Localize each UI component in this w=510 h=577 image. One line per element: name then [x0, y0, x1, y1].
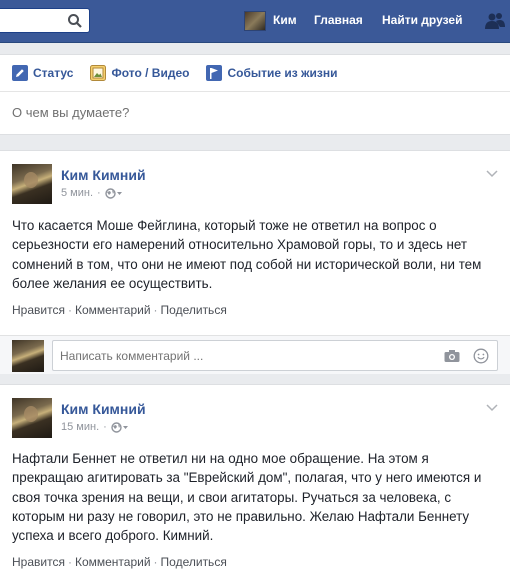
- post-timestamp[interactable]: 15 мин.: [61, 421, 99, 433]
- feed-post: Ким Кимний 15 мин. · Нафтали Беннет не о…: [0, 384, 510, 577]
- post-body-text: Что касается Моше Фейглина, который тоже…: [12, 218, 482, 291]
- life-event-tab[interactable]: Событие из жизни: [206, 65, 338, 81]
- top-navigation-bar: Ким Главная Найти друзей: [0, 0, 510, 43]
- emoji-icon[interactable]: [473, 348, 489, 364]
- pencil-icon: [12, 65, 28, 81]
- camera-icon[interactable]: [444, 349, 460, 363]
- comment-input[interactable]: Написать комментарий ...: [52, 340, 498, 371]
- search-input[interactable]: [0, 8, 90, 33]
- nav-find-friends-link[interactable]: Найти друзей: [382, 13, 462, 27]
- post-timestamp[interactable]: 5 мин.: [61, 187, 93, 199]
- nav-home-link[interactable]: Главная: [314, 13, 363, 27]
- comment-placeholder: Написать комментарий ...: [60, 349, 204, 363]
- action-separator: ·: [67, 303, 72, 317]
- photo-video-tab[interactable]: Фото / Видео: [90, 65, 189, 81]
- like-link[interactable]: Нравится: [12, 303, 65, 317]
- post-meta: 15 мин. ·: [61, 421, 129, 433]
- post-author-link[interactable]: Ким Кимний: [61, 167, 146, 183]
- meta-separator: ·: [103, 421, 107, 433]
- commenter-avatar: [12, 340, 44, 372]
- audience-globe-icon[interactable]: [104, 187, 123, 199]
- comment-link[interactable]: Комментарий: [75, 303, 151, 317]
- chevron-down-icon[interactable]: [486, 404, 498, 412]
- like-link[interactable]: Нравится: [12, 555, 65, 569]
- photo-video-label: Фото / Видео: [111, 66, 190, 80]
- comment-composer: Написать комментарий ...: [0, 335, 510, 374]
- nav-user-name-link[interactable]: Ким: [273, 13, 297, 27]
- action-separator: ·: [153, 303, 158, 317]
- chevron-down-icon[interactable]: [486, 170, 498, 178]
- share-link[interactable]: Поделиться: [161, 303, 227, 317]
- post-action-links: Нравится · Комментарий · Поделиться: [12, 303, 227, 317]
- photo-icon: [90, 65, 107, 81]
- author-avatar[interactable]: [12, 164, 52, 204]
- composer-divider: [0, 91, 510, 92]
- author-avatar[interactable]: [12, 398, 52, 438]
- flag-icon: [206, 65, 223, 81]
- friends-icon[interactable]: [484, 10, 506, 32]
- post-action-links: Нравится · Комментарий · Поделиться: [12, 555, 227, 569]
- comment-link[interactable]: Комментарий: [75, 555, 151, 569]
- action-separator: ·: [67, 555, 72, 569]
- post-meta: 5 мин. ·: [61, 187, 123, 199]
- life-event-label: Событие из жизни: [227, 66, 338, 80]
- nav-user-avatar[interactable]: [244, 11, 266, 31]
- post-body-text: Нафтали Беннет не ответил ни на одно мое…: [12, 451, 482, 544]
- audience-globe-icon[interactable]: [111, 421, 129, 433]
- composer-actions: Статус Фото / Видео Событие из жизни: [12, 64, 355, 82]
- status-tab[interactable]: Статус: [12, 65, 73, 81]
- search-icon[interactable]: [67, 13, 83, 29]
- feed-post: Ким Кимний 5 мин. · Что касается Моше Фе…: [0, 150, 510, 374]
- meta-separator: ·: [97, 187, 101, 199]
- post-composer: Статус Фото / Видео Событие из жизни О ч…: [0, 54, 510, 135]
- action-separator: ·: [153, 555, 158, 569]
- status-label: Статус: [33, 66, 74, 80]
- share-link[interactable]: Поделиться: [161, 555, 227, 569]
- post-author-link[interactable]: Ким Кимний: [61, 401, 146, 417]
- composer-status-input[interactable]: О чем вы думаете?: [12, 105, 129, 120]
